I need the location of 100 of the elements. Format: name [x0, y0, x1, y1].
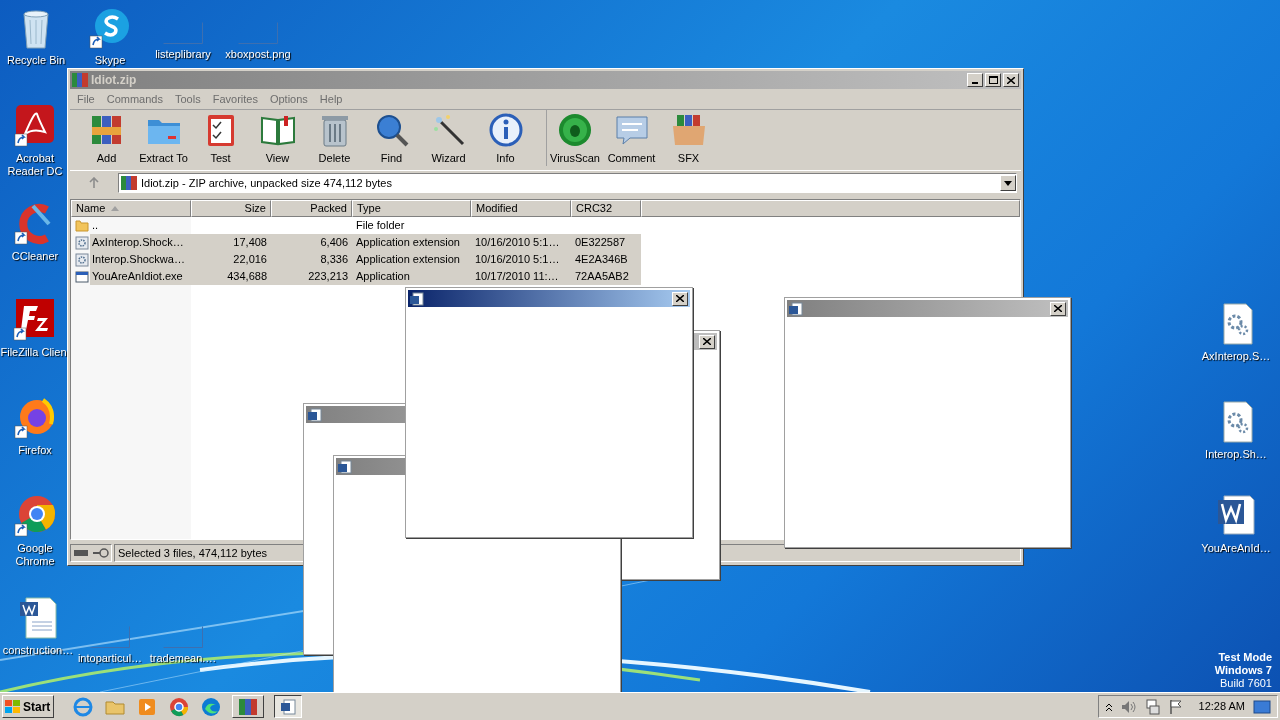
table-cell-text: 17,408: [233, 235, 267, 251]
column-header[interactable]: Type: [352, 200, 471, 217]
column-header[interactable]: Packed: [271, 200, 352, 217]
close-button[interactable]: [1003, 73, 1019, 87]
os-notice-text: Test Mode: [1218, 651, 1272, 664]
close-icon: [676, 295, 684, 302]
desktop-icon-label[interactable]: Interop.Sh…: [1205, 448, 1267, 461]
folder-icon: [75, 219, 89, 232]
menu-item[interactable]: Options: [264, 90, 313, 108]
table-cell-text: Application: [356, 269, 410, 285]
table-cell-text: AxInterop.Shock…: [92, 235, 184, 251]
desktop-icon-label[interactable]: YouAreAnId…: [1201, 542, 1271, 555]
speaker-icon[interactable]: [1120, 699, 1137, 714]
gear-file-icon: [75, 252, 89, 267]
document-icon: [308, 407, 322, 422]
close-button[interactable]: [1050, 301, 1066, 316]
windows-logo-icon: [5, 699, 21, 714]
toolbar-button[interactable]: View: [249, 110, 306, 166]
desktop-icon-label[interactable]: Firefox: [18, 444, 52, 457]
document-icon: [410, 291, 424, 306]
column-header[interactable]: Name: [71, 200, 191, 217]
table-cell-text: 6,406: [320, 235, 348, 251]
table-cell-text: 434,688: [227, 269, 267, 285]
table-cell-text: Application extension: [356, 252, 460, 268]
toolbar-button[interactable]: Info: [477, 110, 534, 166]
table-cell-text: 72AA5AB2: [575, 269, 629, 285]
up-arrow-icon: [88, 177, 100, 189]
toolbar-button[interactable]: Extract To: [135, 110, 192, 166]
dropdown-button[interactable]: [1000, 175, 1016, 191]
desktop-icon-label[interactable]: FileZilla Clien: [0, 346, 67, 359]
toolbar-button[interactable]: Test: [192, 110, 249, 166]
desktop-icon-label[interactable]: xboxpost.png: [225, 48, 291, 61]
desktop-icon-label[interactable]: listeplibrary: [155, 48, 211, 61]
file-row[interactable]: .. File folder: [71, 217, 641, 234]
bug-icon: [557, 111, 593, 148]
close-icon: [703, 338, 711, 345]
desktop-icon-label[interactable]: Recycle Bin: [6, 54, 66, 67]
chevron-up-icon[interactable]: [1104, 701, 1113, 712]
toolbar-button[interactable]: Add: [78, 110, 135, 166]
toolbar-button[interactable]: Wizard: [420, 110, 477, 166]
document-icon: [789, 301, 803, 316]
os-notice-text: Build 7601: [1220, 677, 1272, 690]
column-header[interactable]: Modified: [471, 200, 571, 217]
books-icon: [238, 697, 258, 716]
table-cell-text: Interop.Shockwa…: [92, 252, 185, 268]
clock[interactable]: 12:28 AM: [1198, 698, 1245, 715]
desktop-icon-label[interactable]: Skype: [94, 54, 126, 67]
toolbar-button[interactable]: VirusScan: [546, 110, 603, 166]
maximize-icon: [988, 76, 998, 84]
books-icon: [121, 176, 137, 190]
drive-icon: [73, 550, 88, 556]
menu-item[interactable]: Favorites: [207, 90, 263, 108]
caret-icon: [1004, 180, 1012, 186]
toolbar-button[interactable]: SFX: [660, 110, 717, 166]
toolbar-button[interactable]: Find: [363, 110, 420, 166]
browser-icon: [13, 396, 57, 440]
toolbar-button[interactable]: Delete: [306, 110, 363, 166]
skype-icon: [88, 6, 132, 50]
start-button[interactable]: Start: [2, 695, 54, 718]
close-button[interactable]: [699, 334, 715, 349]
document-icon: [338, 459, 352, 474]
browser-icon[interactable]: [200, 695, 222, 718]
table-cell-text: 8,336: [320, 252, 348, 268]
sort-arrow-icon: [111, 206, 120, 211]
desktop-icon-label[interactable]: construction…: [2, 644, 74, 657]
table-cell-text: File folder: [356, 218, 405, 234]
column-header[interactable]: CRC32: [571, 200, 641, 217]
desktop-icon-label[interactable]: CCleaner: [11, 250, 59, 263]
table-cell-text: 223,213: [308, 269, 348, 285]
table-cell-text: 10/16/2010 5:1…: [475, 252, 560, 268]
desktop-icon-label[interactable]: Acrobat Reader DC: [3, 152, 67, 178]
menu-item[interactable]: Commands: [101, 90, 168, 108]
table-cell-text: 0E322587: [575, 235, 626, 251]
minimize-button[interactable]: [967, 73, 983, 87]
window-title: Idiot.zip: [91, 72, 137, 89]
close-button[interactable]: [672, 291, 688, 306]
books-icon: [72, 73, 88, 87]
table-cell-text: 10/16/2010 5:1…: [475, 235, 560, 251]
path-field[interactable]: Idiot.zip - ZIP archive, unpacked size 474,112 bytes: [118, 173, 1017, 193]
taskbar-app-button[interactable]: [274, 695, 302, 718]
table-cell-text: 22,016: [233, 252, 267, 268]
browser-icon[interactable]: [168, 695, 190, 718]
close-icon: [1054, 305, 1062, 312]
flag-icon[interactable]: [1168, 698, 1183, 715]
table-cell-text: YouAreAnIdiot.exe: [92, 269, 183, 285]
info-icon: [487, 111, 524, 148]
network-icon[interactable]: [1144, 698, 1161, 715]
desktop-icon-label[interactable]: Google Chrome: [3, 542, 67, 568]
desktop-icon-label[interactable]: trademean.…: [149, 652, 217, 665]
ftp-client-icon: [11, 298, 56, 342]
column-header[interactable]: Size: [191, 200, 271, 217]
table-cell-text: 4E2A346B: [575, 252, 628, 268]
maximize-button[interactable]: [985, 73, 1001, 87]
toolbar-button[interactable]: Comment: [603, 110, 660, 166]
key-icon: [92, 548, 109, 558]
desktop-icon-label[interactable]: AxInterop.S…: [1201, 350, 1271, 363]
desktop-icon-label[interactable]: intoparticul…: [77, 652, 143, 665]
menu-item[interactable]: Tools: [170, 90, 206, 108]
show-desktop-icon[interactable]: [1253, 699, 1271, 714]
document-icon: [280, 698, 296, 715]
